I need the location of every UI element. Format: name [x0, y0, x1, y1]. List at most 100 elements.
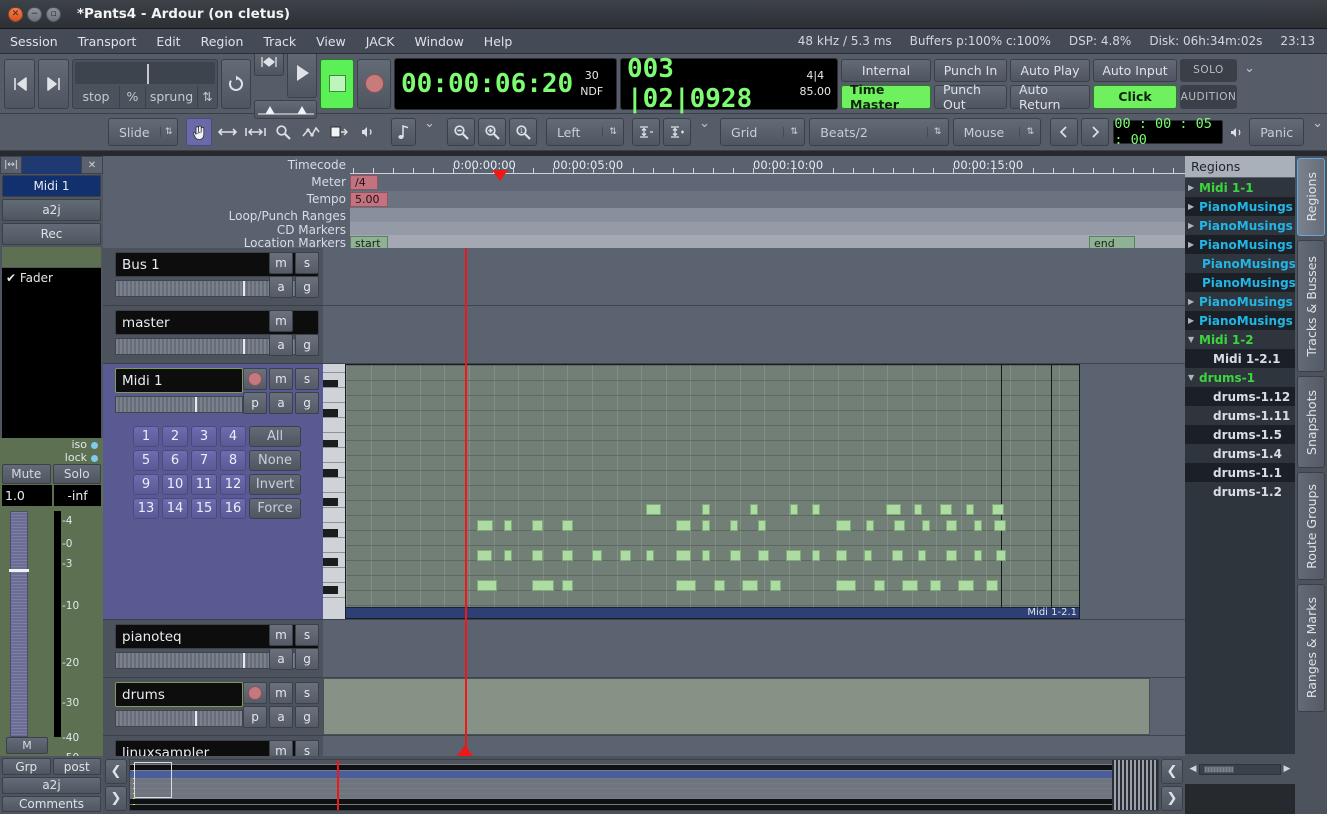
- midi-note[interactable]: [532, 520, 543, 531]
- drums-region[interactable]: [323, 678, 1150, 735]
- processor-box[interactable]: ✔ Fader: [2, 268, 101, 438]
- shrink-tracks-icon[interactable]: [632, 118, 660, 146]
- midi-note[interactable]: [974, 550, 982, 561]
- automation-button[interactable]: a: [269, 392, 293, 414]
- minimize-window-button[interactable]: −: [27, 7, 42, 22]
- midi-note[interactable]: [886, 504, 901, 515]
- midi-note[interactable]: [676, 520, 691, 531]
- menu-edit[interactable]: Edit: [146, 32, 190, 51]
- chevron-right-icon[interactable]: ▶: [1188, 183, 1199, 192]
- midi-note[interactable]: [874, 580, 885, 591]
- mute-button[interactable]: m: [269, 252, 293, 274]
- menu-view[interactable]: View: [306, 32, 356, 51]
- playlist-button[interactable]: p: [243, 706, 267, 728]
- zoom-focus-selector[interactable]: Left⇅: [546, 118, 624, 146]
- region-list-item[interactable]: ▼drums-1: [1185, 368, 1295, 387]
- piano-black-key[interactable]: [323, 586, 338, 594]
- region-list-item[interactable]: drums-1.12: [1185, 387, 1295, 406]
- side-tab-route-groups[interactable]: Route Groups: [1297, 472, 1325, 580]
- midi-channel-4[interactable]: 4: [220, 426, 246, 447]
- gain-fader[interactable]: [10, 511, 28, 737]
- auto-play-button[interactable]: Auto Play: [1010, 59, 1090, 83]
- metering-point-button[interactable]: M: [6, 737, 48, 754]
- midi-note[interactable]: [730, 550, 741, 561]
- strip-group-button[interactable]: Grp: [2, 758, 51, 775]
- solo-isolate-row[interactable]: iso: [0, 438, 103, 451]
- side-tab-tracks-busses[interactable]: Tracks & Busses: [1297, 240, 1325, 372]
- auto-input-button[interactable]: Auto Input: [1093, 59, 1177, 83]
- midi-channel-14[interactable]: 14: [162, 498, 188, 519]
- midi-note[interactable]: [532, 550, 543, 561]
- chevron-down-icon[interactable]: ▼: [1188, 373, 1199, 382]
- meter-marker[interactable]: /4: [350, 175, 378, 190]
- region-list-item[interactable]: drums-1.1: [1185, 463, 1295, 482]
- channel-action-none[interactable]: None: [249, 450, 301, 471]
- primary-clock[interactable]: 00:00:06:20 30 NDF: [394, 58, 617, 110]
- side-tab-snapshots[interactable]: Snapshots: [1297, 376, 1325, 468]
- strip-input-button[interactable]: a2j: [2, 199, 101, 221]
- midi-note[interactable]: [994, 520, 1006, 531]
- click-button[interactable]: Click: [1093, 85, 1177, 109]
- midi-note[interactable]: [592, 550, 602, 561]
- region-list-item[interactable]: ▶PianoMusings: [1185, 235, 1295, 254]
- midi-note[interactable]: [812, 504, 820, 515]
- midi-channel-9[interactable]: 9: [133, 474, 159, 495]
- secondary-clock[interactable]: 003 |02|0928 4|4 85.00: [620, 58, 838, 110]
- menu-transport[interactable]: Transport: [68, 32, 147, 51]
- midi-note[interactable]: [477, 520, 493, 531]
- group-button[interactable]: g: [295, 648, 319, 670]
- midi-note[interactable]: [864, 550, 872, 561]
- panic-button[interactable]: Panic: [1249, 118, 1304, 146]
- punch-out-button[interactable]: Punch Out: [934, 85, 1007, 109]
- midi-note[interactable]: [676, 550, 691, 561]
- midi-channel-6[interactable]: 6: [162, 450, 188, 471]
- transport-chevron-down-icon[interactable]: ⌄: [1240, 61, 1259, 76]
- tempo-control[interactable]: stop % sprung ⇅: [72, 59, 218, 109]
- tempo-marker[interactable]: 5.00: [350, 192, 388, 207]
- midi-note[interactable]: [866, 520, 874, 531]
- nudge-backward-icon[interactable]: [1050, 118, 1078, 146]
- mute-button[interactable]: m: [269, 740, 293, 756]
- cd-markers-ruler[interactable]: [350, 222, 1185, 235]
- scroll-left-icon[interactable]: ◀: [1187, 764, 1199, 774]
- midi-note[interactable]: [958, 580, 974, 591]
- midi-note[interactable]: [742, 580, 758, 591]
- midi-note[interactable]: [562, 580, 573, 591]
- play-button[interactable]: [287, 48, 317, 98]
- solo-button[interactable]: s: [295, 252, 319, 274]
- sync-source-button[interactable]: Internal: [841, 59, 931, 83]
- strip-meter-point-button[interactable]: post: [53, 758, 102, 775]
- midi-note[interactable]: [918, 550, 926, 561]
- grid-units-selector[interactable]: Beats/2⇅: [809, 118, 948, 146]
- regions-header[interactable]: Regions: [1185, 156, 1295, 178]
- timecode-ruler[interactable]: 0:00:00:00 00:00:05:00 00:00:10:00 00:00…: [350, 156, 1185, 174]
- record-arm-button[interactable]: [243, 682, 267, 704]
- regions-list[interactable]: ▶Midi 1-1▶PianoMusings▶PianoMusings▶Pian…: [1185, 178, 1295, 501]
- summary-playhead[interactable]: [337, 760, 339, 810]
- time-master-button[interactable]: Time Master: [841, 85, 931, 109]
- record-arm-button[interactable]: [243, 368, 267, 390]
- midi-channel-8[interactable]: 8: [220, 450, 246, 471]
- midi-notes[interactable]: [346, 365, 1079, 618]
- region-list-item[interactable]: ▶PianoMusings: [1185, 216, 1295, 235]
- midi-channel-1[interactable]: 1: [133, 426, 159, 447]
- midi-note-icon[interactable]: [391, 118, 416, 146]
- nudge-forward-icon[interactable]: [1081, 118, 1109, 146]
- zoom-icon[interactable]: [270, 118, 296, 146]
- piano-black-key[interactable]: [323, 558, 338, 566]
- width-icon[interactable]: |↔|: [0, 156, 22, 174]
- varispeed-percent-label[interactable]: %: [119, 86, 145, 107]
- region-list-item[interactable]: ▶PianoMusings: [1185, 311, 1295, 330]
- maximize-window-button[interactable]: ▫: [46, 7, 61, 22]
- group-button[interactable]: g: [295, 334, 319, 356]
- automation-button[interactable]: a: [269, 706, 293, 728]
- track-name[interactable]: Midi 1: [115, 368, 243, 393]
- close-window-button[interactable]: ✕: [8, 7, 23, 22]
- regions-hscrollbar[interactable]: ◀ ▶: [1185, 754, 1295, 784]
- audition-indicator[interactable]: AUDITION: [1180, 85, 1237, 109]
- track-lane-drums[interactable]: [323, 678, 1185, 736]
- region-list-item[interactable]: Midi 1-2.1: [1185, 349, 1295, 368]
- automation-button[interactable]: a: [269, 334, 293, 356]
- ruler-label-timecode[interactable]: Timecode: [288, 158, 346, 172]
- sprung-mode-button[interactable]: sprung: [145, 86, 197, 107]
